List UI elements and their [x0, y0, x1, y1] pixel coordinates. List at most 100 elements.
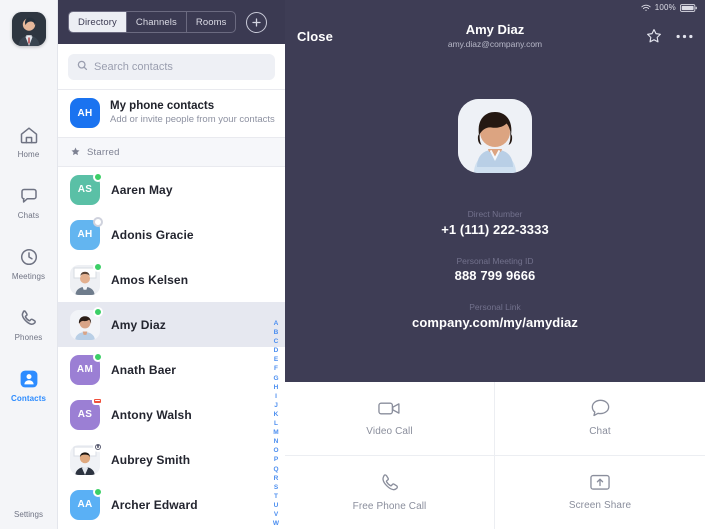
alpha-index-letter[interactable]: P [274, 455, 278, 464]
contact-detail-panel: 100% Close Amy Diaz amy.diaz@company.com [285, 0, 705, 529]
sidebar-item-meetings[interactable]: Meetings [0, 246, 57, 281]
list-item[interactable]: AM Anath Baer [58, 347, 285, 392]
field-value[interactable]: 888 799 9666 [412, 267, 578, 286]
tab-channels[interactable]: Channels [127, 12, 187, 32]
field-value[interactable]: company.com/my/amydiaz [412, 314, 578, 333]
search-input[interactable]: Search contacts [68, 54, 275, 80]
detail-title-block: Amy Diaz amy.diaz@company.com [285, 22, 705, 49]
alpha-index-letter[interactable]: J [274, 401, 278, 410]
tab-rooms[interactable]: Rooms [187, 12, 236, 32]
more-dots-icon[interactable] [676, 34, 693, 39]
alpha-index-letter[interactable]: C [274, 337, 279, 346]
star-outline-icon[interactable] [646, 28, 662, 44]
sidebar-item-home[interactable]: Home [0, 124, 57, 159]
list-item[interactable]: AA Archer Edward [58, 482, 285, 527]
chat-button[interactable]: Chat [495, 382, 705, 456]
alpha-index-letter[interactable]: E [274, 355, 278, 364]
contact-name: Amos Kelsen [111, 272, 189, 287]
avatar-initials: AA [77, 499, 93, 510]
alpha-index-letter[interactable]: O [273, 446, 278, 455]
field-value[interactable]: +1 (111) 222-3333 [412, 221, 578, 240]
left-nav-rail: Home Chats Meetings Phones Contacts Sett… [0, 0, 58, 529]
phone-icon [18, 307, 40, 329]
tab-directory[interactable]: Directory [69, 12, 127, 32]
alpha-index-letter[interactable]: Q [273, 465, 278, 474]
alpha-index-letter[interactable]: T [274, 492, 278, 501]
alpha-index-letter[interactable]: A [274, 319, 279, 328]
chat-bubble-icon [591, 399, 610, 417]
alpha-index-letter[interactable]: K [274, 410, 279, 419]
battery-percent: 100% [654, 3, 676, 12]
contact-photo [458, 99, 532, 173]
alpha-index-letter[interactable]: D [274, 346, 279, 355]
close-button[interactable]: Close [297, 29, 333, 44]
starred-label: Starred [87, 146, 120, 158]
video-call-button[interactable]: Video Call [285, 382, 495, 456]
alpha-index-letter[interactable]: G [273, 374, 278, 383]
sidebar-item-chats[interactable]: Chats [0, 185, 57, 220]
contact-name: Aubrey Smith [111, 452, 191, 467]
search-placeholder: Search contacts [94, 61, 173, 73]
sidebar-item-contacts[interactable]: Contacts [0, 368, 57, 403]
sidebar-item-settings[interactable]: Settings [14, 488, 49, 522]
alpha-index-letter[interactable]: I [275, 392, 277, 401]
contact-name: Amy Diaz [111, 317, 166, 332]
alpha-index-letter[interactable]: H [274, 383, 279, 392]
presence-dnd-icon [92, 396, 103, 405]
alpha-index-letter[interactable]: B [274, 328, 279, 337]
clock-icon [18, 246, 40, 268]
alpha-index-letter[interactable]: U [274, 501, 279, 510]
detail-header-actions [646, 28, 693, 44]
phone-contacts-title: My phone contacts [110, 99, 215, 112]
my-phone-contacts-row[interactable]: AH My phone contacts Add or invite peopl… [58, 90, 285, 137]
alpha-index-letter[interactable]: W [273, 519, 279, 528]
alpha-index-letter[interactable]: F [274, 364, 278, 373]
presence-online-icon [93, 351, 103, 362]
avatar: AH [70, 216, 103, 250]
field-personal-link: Personal Link company.com/my/amydiaz [412, 301, 578, 333]
sidebar-item-label: Contacts [10, 394, 47, 403]
add-icon[interactable] [246, 11, 268, 33]
list-item[interactable]: AH Adonis Gracie [58, 212, 285, 257]
alpha-index-letter[interactable]: N [274, 437, 279, 446]
contact-list-panel: Directory Channels Rooms Search contacts [58, 0, 285, 529]
sidebar-item-phones[interactable]: Phones [0, 307, 57, 342]
sidebar-item-label: Meetings [11, 272, 46, 281]
alpha-index-letter[interactable]: L [274, 419, 278, 428]
free-phone-call-button[interactable]: Free Phone Call [285, 455, 495, 529]
list-item[interactable]: AS Antony Walsh [58, 392, 285, 437]
contact-email: amy.diaz@company.com [447, 38, 543, 49]
sidebar-item-label: Home [17, 150, 40, 159]
contacts-icon [18, 368, 40, 390]
list-item[interactable]: Amy Diaz [58, 302, 285, 347]
contacts-scroll-area[interactable]: AS Aaren May AH Adonis Gracie Amos Kelse… [58, 167, 285, 529]
avatar-initials: AH [77, 107, 93, 119]
detail-header: Close Amy Diaz amy.diaz@company.com [285, 15, 705, 57]
rail-nav-items: Home Chats Meetings Phones Contacts [0, 124, 57, 403]
list-item[interactable]: Aubrey Smith [58, 437, 285, 482]
sidebar-item-label: Phones [14, 333, 43, 342]
action-label: Free Phone Call [352, 500, 427, 512]
avatar: AS [70, 171, 103, 205]
app-window: Home Chats Meetings Phones Contacts Sett… [0, 0, 705, 529]
list-item[interactable]: AS Aaren May [58, 167, 285, 212]
screen-share-icon [590, 474, 610, 491]
phone-handset-icon [380, 473, 399, 492]
alpha-index-letter[interactable]: M [273, 428, 278, 437]
user-avatar[interactable] [11, 12, 46, 46]
alphabet-index[interactable]: ABCDEFGHIJKLMNOPQRSTUVWXYZ# [270, 319, 282, 529]
action-label: Video Call [366, 425, 413, 437]
screen-share-button[interactable]: Screen Share [495, 456, 705, 529]
alpha-index-letter[interactable]: S [274, 483, 278, 492]
field-personal-meeting-id: Personal Meeting ID 888 799 9666 [412, 255, 578, 287]
chat-icon [18, 185, 40, 207]
page-title: Amy Diaz [465, 22, 525, 38]
list-toolbar: Directory Channels Rooms [58, 0, 285, 44]
list-item[interactable]: Amos Kelsen [58, 257, 285, 302]
alpha-index-letter[interactable]: R [274, 474, 279, 483]
avatar [70, 306, 103, 340]
avatar-initials: AH [77, 229, 93, 240]
presence-offline-icon [93, 216, 103, 227]
avatar [70, 441, 103, 475]
alpha-index-letter[interactable]: V [274, 510, 278, 519]
